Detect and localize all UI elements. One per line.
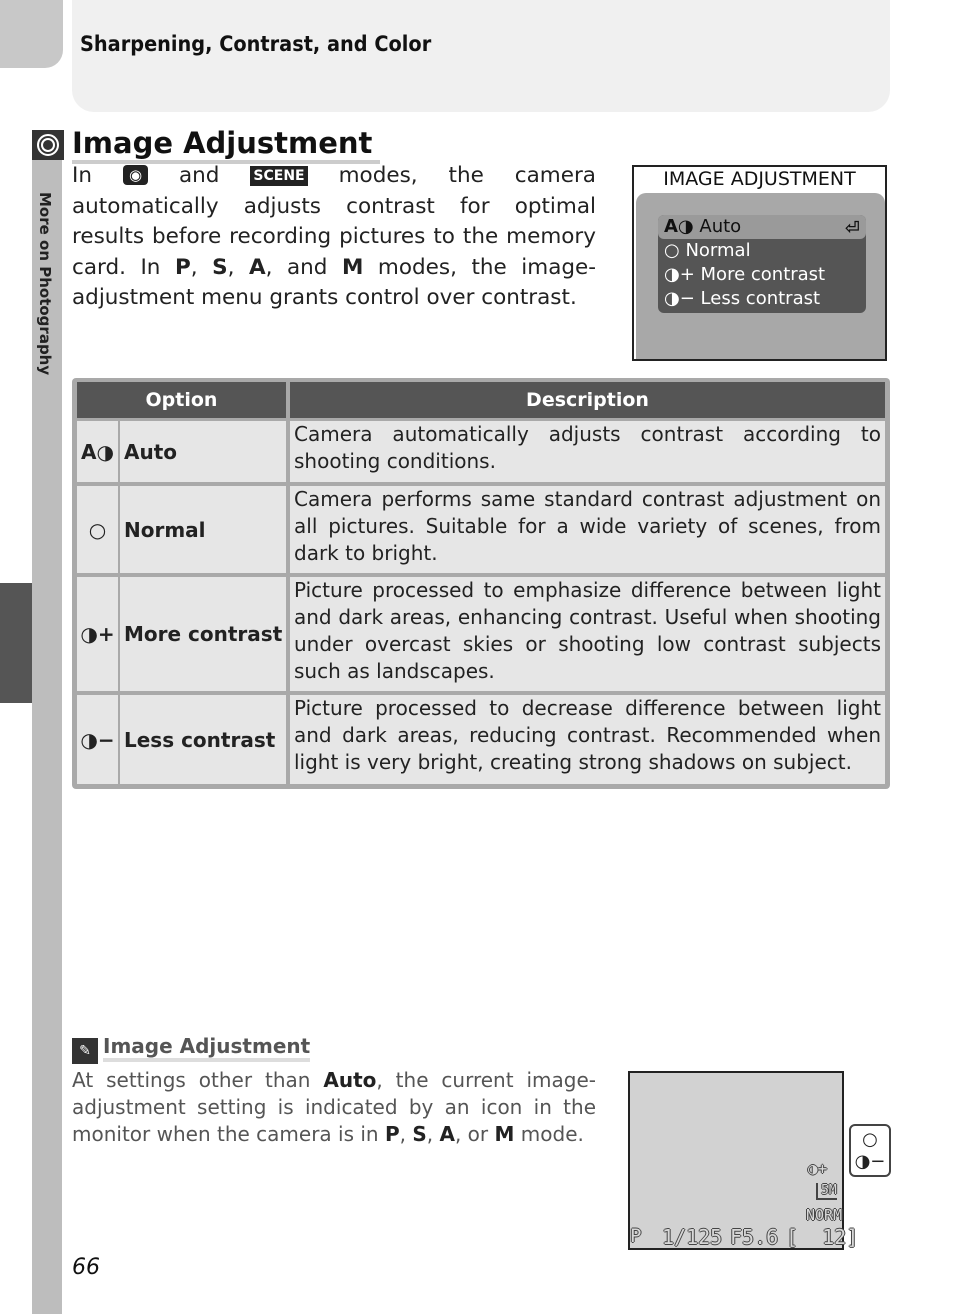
return-icon: ⏎ xyxy=(844,218,860,239)
note-paragraph: At settings other than Auto, the current… xyxy=(72,1068,597,1146)
note-icon: ✎ xyxy=(72,1038,98,1064)
menu-title: IMAGE ADJUSTMENT xyxy=(663,168,856,190)
description-more-contrast: Picture processed to emphasize differenc… xyxy=(290,577,885,691)
lcd-shutter: 1/125 xyxy=(662,1225,723,1249)
page-header: Sharpening, Contrast, and Color xyxy=(72,0,890,112)
auto-icon: A◑ xyxy=(77,421,118,482)
lcd-image-size: 5M xyxy=(816,1183,837,1200)
menu-item-normal: ○ Normal xyxy=(664,240,751,261)
options-table: Option Description A◑ Auto Camera automa… xyxy=(72,378,890,789)
normal-icon: ○ xyxy=(77,486,118,573)
camera-icon: ◉ xyxy=(122,165,149,185)
chapter-marker xyxy=(0,583,32,703)
header-option: Option xyxy=(77,382,286,418)
section-title: Sharpening, Contrast, and Color xyxy=(80,32,432,56)
menu-item-more-contrast: ◑+ More contrast xyxy=(664,264,826,285)
scene-icon: SCENE xyxy=(250,166,308,186)
lcd-quality: NORM xyxy=(806,1206,843,1224)
description-auto: Camera automatically adjusts contrast ac… xyxy=(290,421,885,482)
image-adjustment-menu-screenshot: IMAGE ADJUSTMENT A◑ Auto ⏎ ○ Normal ◑+ Mo… xyxy=(632,165,887,361)
lcd-aperture: F5.6 xyxy=(730,1225,779,1249)
monitor-screenshot: ◑+ 5M NORM P 1/125 F5.6 [ 12] xyxy=(628,1071,858,1250)
lcd-mode: P xyxy=(630,1225,642,1247)
lcd-frames: [ 12] xyxy=(786,1225,859,1249)
option-auto: Auto xyxy=(120,421,286,482)
less-contrast-icon: ◑− xyxy=(854,1151,886,1172)
option-more-contrast: More contrast xyxy=(120,577,286,691)
less-contrast-icon: ◑− xyxy=(77,695,118,784)
more-contrast-icon: ◑+ xyxy=(77,577,118,691)
option-normal: Normal xyxy=(120,486,286,573)
menu-item-less-contrast: ◑− Less contrast xyxy=(664,288,821,309)
page-number: 66 xyxy=(72,1255,100,1280)
lcd-contrast-icon: ◑+ xyxy=(808,1159,828,1178)
normal-icon: ○ xyxy=(862,1129,878,1150)
intro-paragraph: In ◉ and SCENE modes, the camera automat… xyxy=(72,163,596,310)
contrast-callout: ○ ◑− xyxy=(849,1124,891,1177)
menu-item-auto: A◑ Auto ⏎ xyxy=(658,215,866,239)
normal-contrast-icon xyxy=(32,130,64,160)
description-normal: Camera performs same standard contrast a… xyxy=(290,486,885,573)
description-less-contrast: Picture processed to decrease difference… xyxy=(290,695,885,784)
side-tab-label: More on Photography xyxy=(36,192,54,376)
corner-tab xyxy=(0,0,63,68)
page-title: Image Adjustment xyxy=(72,126,381,164)
option-less-contrast: Less contrast xyxy=(120,695,286,784)
header-description: Description xyxy=(290,382,885,418)
note-title: Image Adjustment xyxy=(103,1034,311,1062)
